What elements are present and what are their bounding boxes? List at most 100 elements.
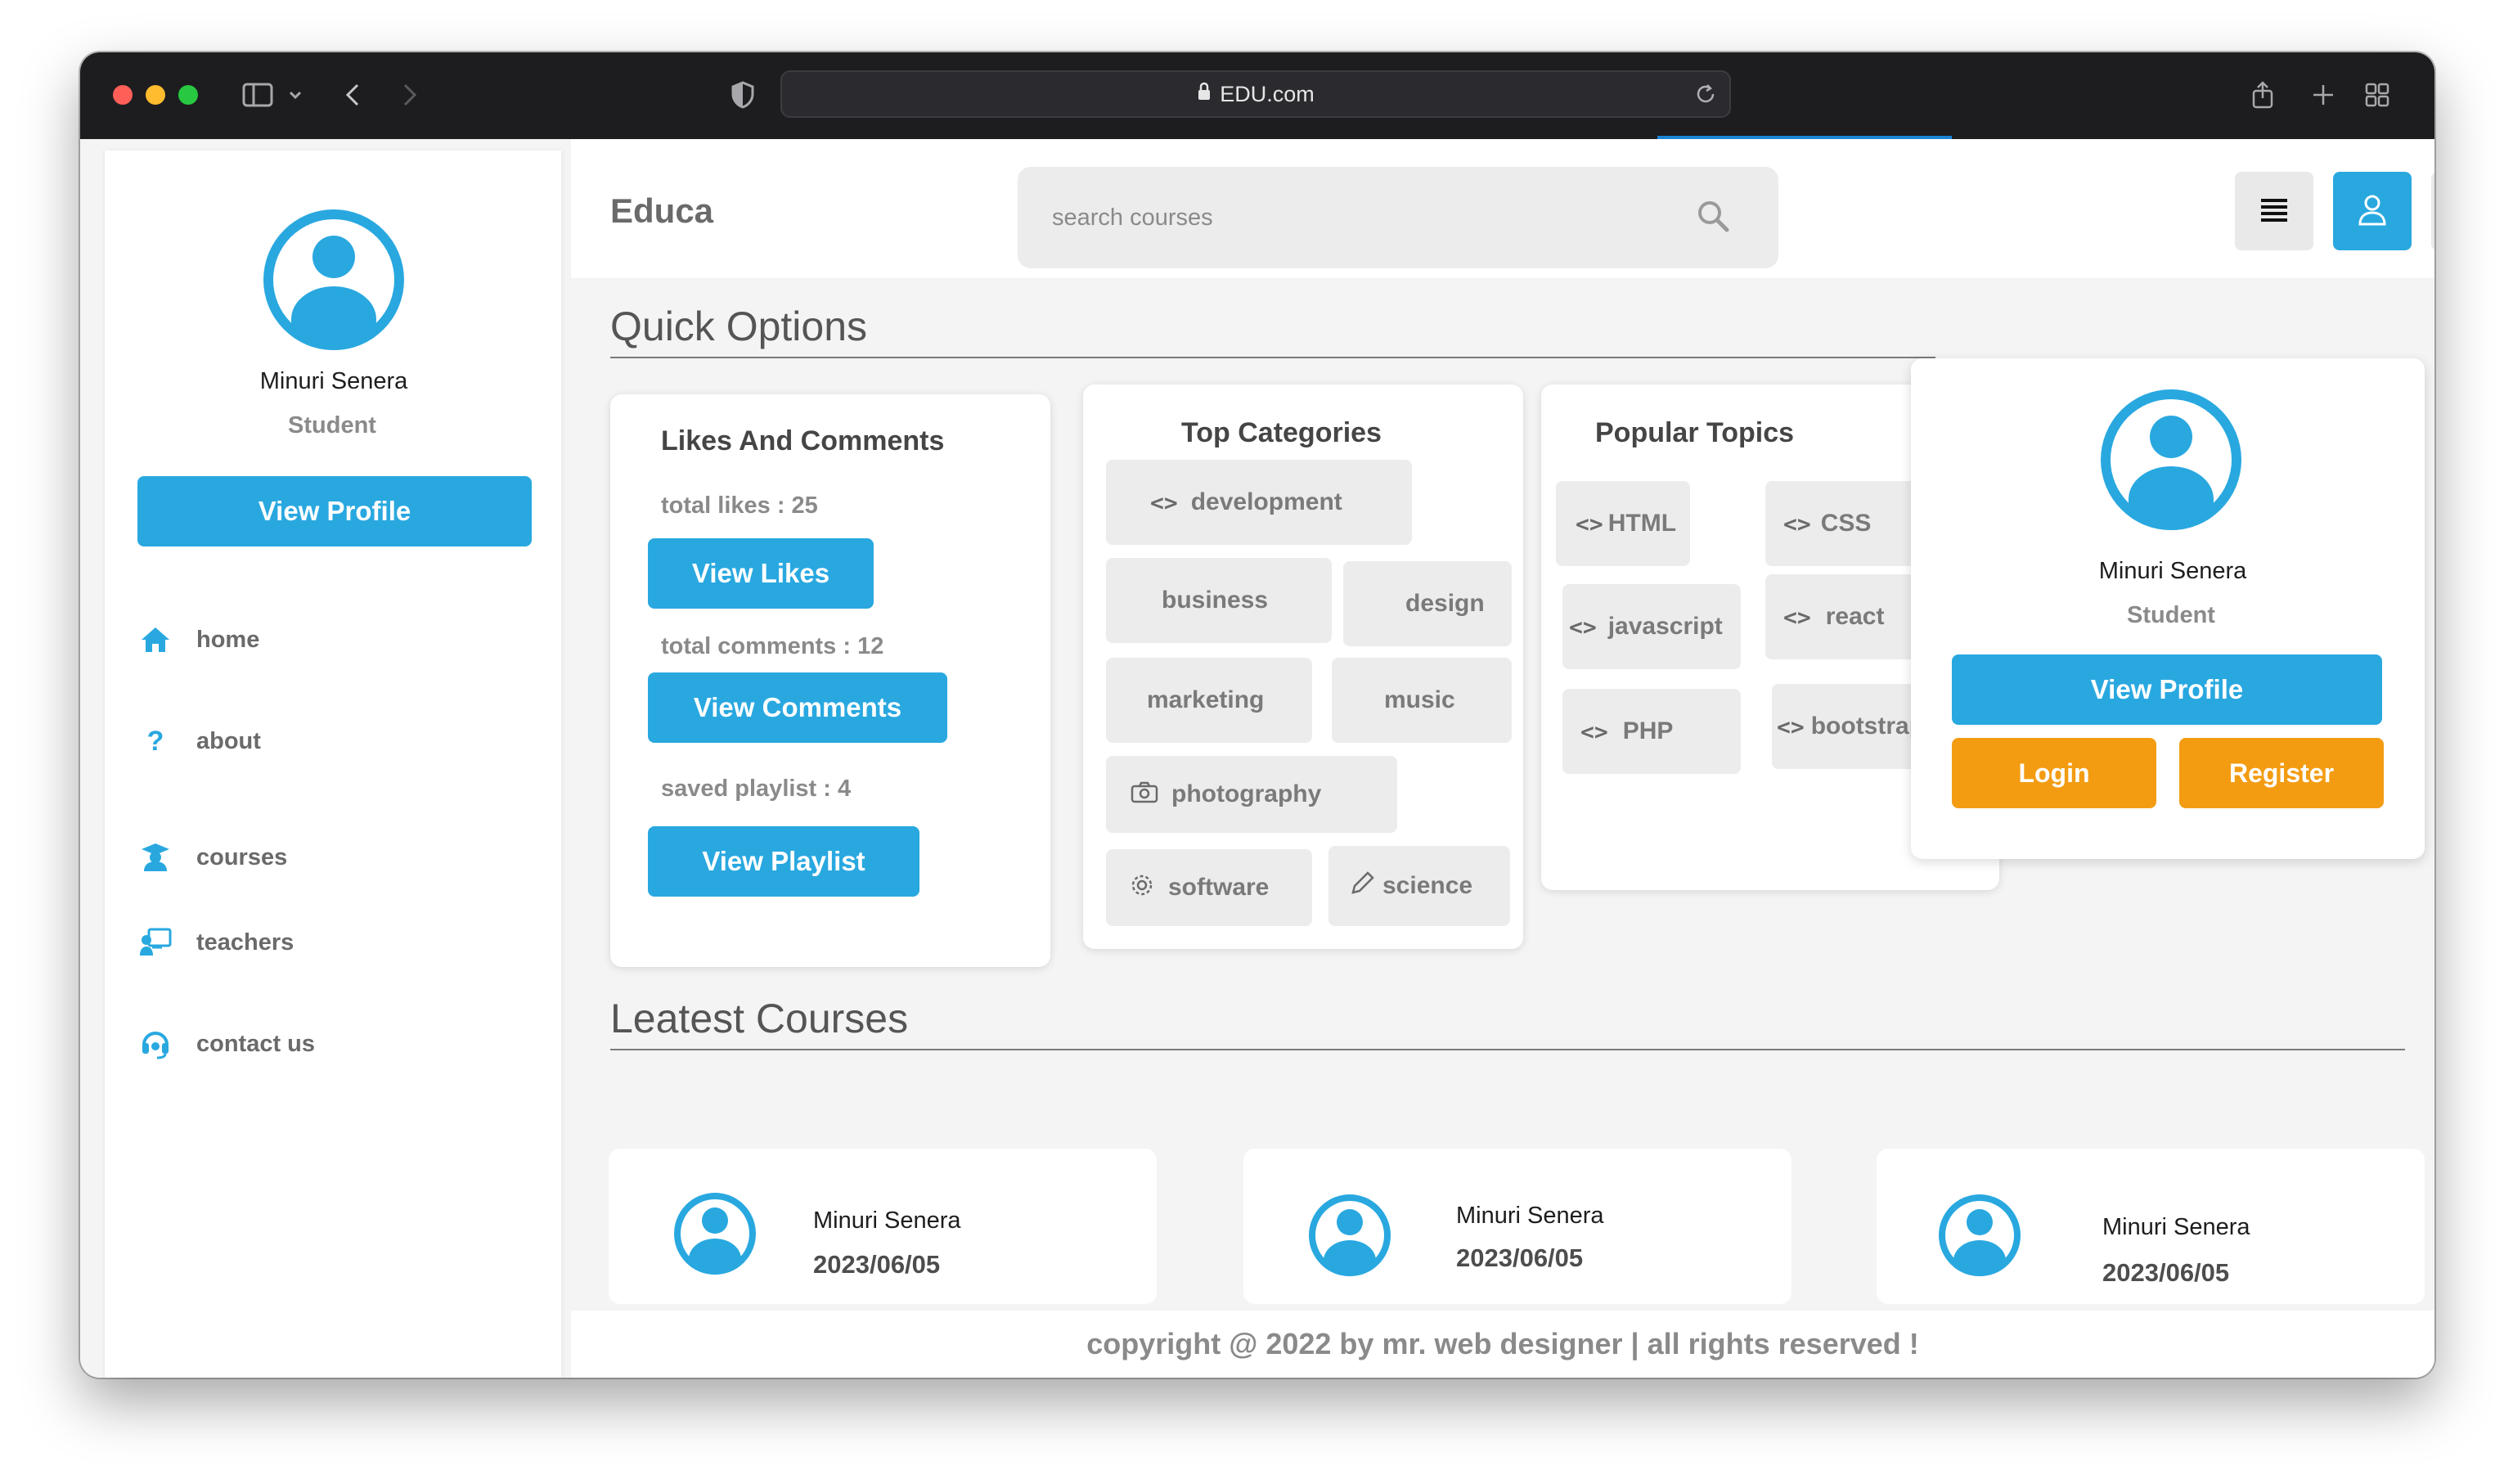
tag-development[interactable]: <> development bbox=[1106, 460, 1412, 545]
login-button[interactable]: Login bbox=[1952, 738, 2156, 808]
tag-science[interactable]: science bbox=[1328, 846, 1510, 926]
tag-css[interactable]: <> CSS bbox=[1765, 481, 1929, 566]
sidebar: Minuri Senera Student View Profile home … bbox=[103, 151, 561, 1378]
likes-comments-card: Likes And Comments total likes : 25 View… bbox=[610, 394, 1050, 967]
view-profile-button[interactable]: View Profile bbox=[1952, 654, 2382, 725]
logo[interactable]: Educa bbox=[610, 191, 713, 231]
tag-marketing[interactable]: marketing bbox=[1106, 658, 1312, 743]
search-input[interactable]: search courses bbox=[1018, 167, 1778, 268]
avatar-icon bbox=[674, 1193, 756, 1275]
tag-react[interactable]: <> react bbox=[1765, 574, 1929, 659]
register-button[interactable]: Register bbox=[2179, 738, 2384, 808]
sidebar-item-label: about bbox=[196, 727, 261, 754]
sidebar-toggle-icon[interactable] bbox=[237, 77, 278, 113]
avatar-icon bbox=[1939, 1194, 2021, 1276]
total-comments: total comments : 12 bbox=[661, 633, 884, 659]
quick-options-title: Quick Options bbox=[610, 304, 868, 349]
header: Educa search courses bbox=[571, 139, 2434, 278]
share-icon[interactable] bbox=[2248, 77, 2277, 113]
page-content: Minuri Senera Student View Profile home … bbox=[80, 139, 2434, 1378]
tag-design[interactable]: design bbox=[1343, 561, 1512, 646]
view-comments-button[interactable]: View Comments bbox=[648, 672, 947, 743]
user-icon bbox=[2358, 193, 2387, 230]
chalkboard-teacher-icon bbox=[139, 926, 172, 959]
tag-html[interactable]: <> HTML bbox=[1556, 481, 1690, 566]
search-icon[interactable] bbox=[1697, 200, 1729, 236]
course-card[interactable]: Minuri Senera 2023/06/05 bbox=[1877, 1149, 2425, 1304]
browser-window: EDU.com Minuri Senera Student View Profi… bbox=[80, 52, 2434, 1378]
course-date: 2023/06/05 bbox=[2102, 1258, 2230, 1287]
profile-dropdown: Minuri Senera Student View Profile Login… bbox=[1911, 358, 2425, 859]
sidebar-item-teachers[interactable]: teachers bbox=[139, 926, 294, 959]
camera-icon bbox=[1131, 780, 1158, 809]
course-card[interactable]: Minuri Senera 2023/06/05 bbox=[609, 1149, 1157, 1304]
lock-icon bbox=[1197, 82, 1212, 107]
menu-button[interactable] bbox=[2235, 172, 2313, 250]
tag-music[interactable]: music bbox=[1332, 658, 1512, 743]
avatar-icon bbox=[263, 209, 404, 350]
course-author: Minuri Senera bbox=[2102, 1214, 2250, 1240]
profile-role: Student bbox=[288, 412, 376, 438]
code-icon: <> bbox=[1150, 488, 1178, 516]
graduation-cap-icon bbox=[139, 841, 172, 874]
avatar-icon bbox=[2101, 389, 2241, 530]
card-title: Likes And Comments bbox=[661, 425, 945, 456]
address-bar[interactable]: EDU.com bbox=[780, 70, 1731, 118]
code-icon: <> bbox=[1777, 713, 1805, 740]
tag-photography[interactable]: photography bbox=[1106, 756, 1397, 833]
question-icon: ? bbox=[146, 725, 164, 757]
card-title: Popular Topics bbox=[1595, 417, 1795, 448]
sidebar-item-label: teachers bbox=[196, 929, 294, 956]
avatar-icon bbox=[1309, 1194, 1391, 1276]
close-window-button[interactable] bbox=[113, 85, 133, 105]
section-divider bbox=[610, 1049, 2405, 1050]
minimize-window-button[interactable] bbox=[146, 85, 165, 105]
code-icon: <> bbox=[1569, 613, 1597, 641]
pencil-icon bbox=[1348, 870, 1376, 903]
footer: copyright @ 2022 by mr. web designer | a… bbox=[571, 1311, 2434, 1378]
view-profile-button[interactable]: View Profile bbox=[137, 476, 532, 546]
home-icon bbox=[139, 623, 172, 656]
course-card[interactable]: Minuri Senera 2023/06/05 bbox=[1243, 1149, 1791, 1304]
user-button[interactable] bbox=[2333, 172, 2412, 250]
code-icon: <> bbox=[1783, 603, 1811, 631]
tag-javascript[interactable]: <> javascript bbox=[1562, 584, 1741, 669]
sidebar-item-label: courses bbox=[196, 843, 288, 870]
profile-name: Minuri Senera bbox=[2098, 558, 2247, 584]
tab-overview-icon[interactable] bbox=[2362, 77, 2392, 113]
section-divider bbox=[610, 357, 1935, 358]
saved-playlist: saved playlist : 4 bbox=[661, 776, 852, 802]
chevron-down-icon[interactable] bbox=[285, 77, 306, 113]
view-playlist-button[interactable]: View Playlist bbox=[648, 826, 919, 897]
new-tab-icon[interactable] bbox=[2308, 77, 2338, 113]
course-author: Minuri Senera bbox=[813, 1207, 961, 1234]
forward-icon[interactable] bbox=[398, 77, 422, 113]
menu-icon bbox=[2259, 196, 2289, 227]
code-icon: <> bbox=[1783, 510, 1811, 537]
back-icon[interactable] bbox=[340, 77, 365, 113]
search-placeholder: search courses bbox=[1052, 205, 1213, 231]
top-categories-card: Top Categories <> development business de… bbox=[1083, 384, 1523, 949]
settings-button[interactable] bbox=[2431, 172, 2434, 250]
shield-icon[interactable] bbox=[726, 77, 759, 113]
code-icon: <> bbox=[1580, 717, 1608, 745]
code-icon: <> bbox=[1576, 510, 1603, 537]
profile-name: Minuri Senera bbox=[259, 368, 408, 394]
profile-role: Student bbox=[2127, 602, 2215, 628]
tag-business[interactable]: business bbox=[1106, 558, 1332, 643]
zoom-window-button[interactable] bbox=[178, 85, 198, 105]
tag-software[interactable]: software bbox=[1106, 849, 1312, 926]
course-date: 2023/06/05 bbox=[813, 1250, 941, 1279]
sidebar-item-courses[interactable]: courses bbox=[139, 841, 287, 874]
latest-courses-title: Leatest Courses bbox=[610, 996, 909, 1041]
sidebar-item-about[interactable]: ? about bbox=[139, 725, 261, 758]
view-likes-button[interactable]: View Likes bbox=[648, 538, 874, 609]
sidebar-item-label: contact us bbox=[196, 1030, 316, 1057]
headset-icon bbox=[139, 1028, 172, 1060]
sidebar-item-contact-us[interactable]: contact us bbox=[139, 1028, 315, 1060]
tag-php[interactable]: <> PHP bbox=[1562, 689, 1741, 774]
reload-icon[interactable] bbox=[1693, 82, 1718, 112]
sidebar-item-label: home bbox=[196, 626, 260, 653]
sidebar-item-home[interactable]: home bbox=[139, 623, 259, 656]
course-author: Minuri Senera bbox=[1456, 1203, 1604, 1229]
